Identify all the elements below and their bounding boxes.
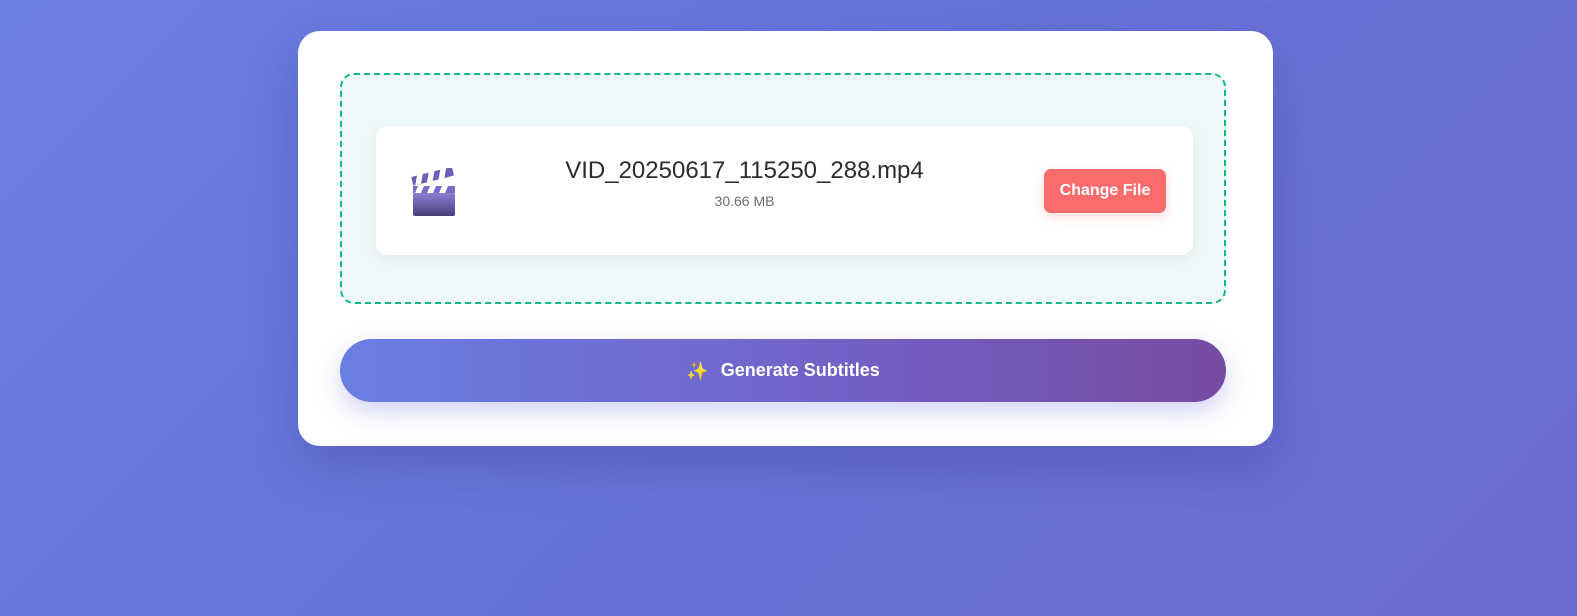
sparkles-icon: ✨ (686, 360, 709, 381)
generate-subtitles-button[interactable]: ✨ Generate Subtitles (340, 339, 1226, 402)
file-size: 30.66 MB (714, 193, 775, 209)
file-name: VID_20250617_115250_288.mp4 (565, 157, 924, 184)
file-info: VID_20250617_115250_288.mp4 30.66 MB (486, 156, 1003, 210)
upload-card: VID_20250617_115250_288.mp4 30.66 MB Cha… (298, 31, 1273, 446)
selected-file-card: VID_20250617_115250_288.mp4 30.66 MB Cha… (376, 126, 1193, 255)
generate-subtitles-label: Generate Subtitles (720, 360, 880, 380)
change-file-button[interactable]: Change File (1044, 169, 1166, 213)
file-dropzone[interactable]: VID_20250617_115250_288.mp4 30.66 MB Cha… (340, 73, 1226, 304)
clapperboard-icon (410, 167, 458, 218)
